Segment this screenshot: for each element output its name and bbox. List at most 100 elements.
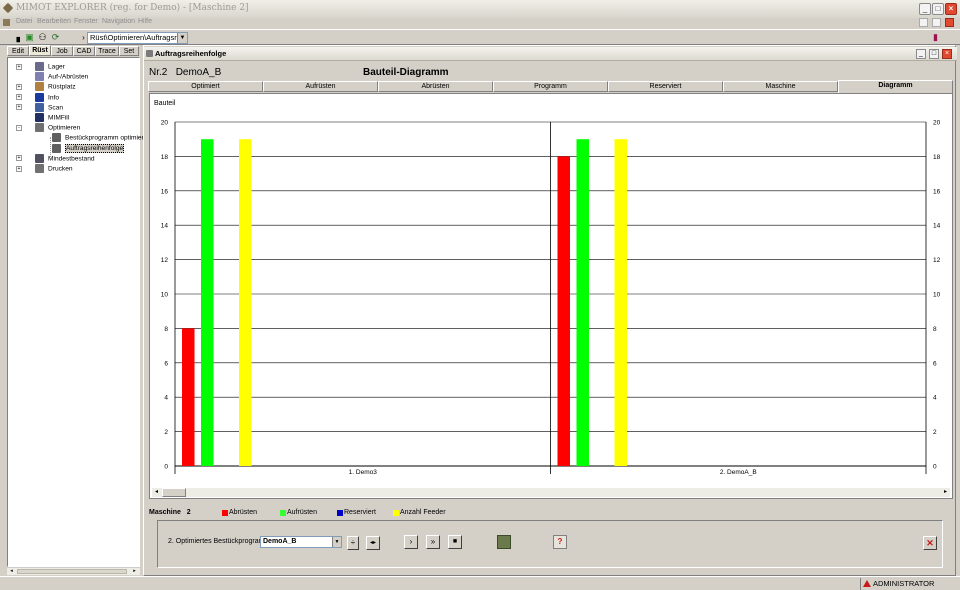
- y-tick-label-left: 20: [161, 120, 169, 127]
- order-number: Nr.2 DemoA_B: [149, 67, 221, 78]
- bar-abr-sten: [557, 156, 570, 466]
- machine-panel: Maschine 2 Abrüsten Aufrüsten Reserviert…: [147, 505, 953, 573]
- scroll-thumb[interactable]: [17, 569, 127, 574]
- calculator-icon[interactable]: [497, 535, 511, 549]
- maximize-button[interactable]: □: [932, 3, 944, 15]
- expand-icon[interactable]: +: [16, 94, 22, 101]
- tree-item-label: MIMFill: [48, 114, 70, 122]
- tree-item[interactable]: + Rüstplatz: [16, 82, 76, 92]
- tree-connector-line: [50, 137, 51, 159]
- toolbar: ▗ ▣ ⚇ ⟳ › Rüst\Optimieren\Auftragsreih ▼…: [0, 29, 960, 45]
- machine-label-text: Maschine: [149, 509, 181, 516]
- child-maximize-button[interactable]: □: [929, 49, 939, 59]
- menu-fenster[interactable]: Fenster: [74, 18, 98, 25]
- order-up-down-stepper[interactable]: ÷: [347, 536, 359, 550]
- page-title: Bauteil-Diagramm: [363, 67, 449, 78]
- optimize-icon: [35, 123, 44, 133]
- scroll-right-icon[interactable]: ▸: [131, 568, 138, 575]
- program-label: 2. Optimiertes Bestückprogramm: [168, 538, 271, 545]
- tree-item[interactable]: Auf-/Abrüsten: [16, 72, 88, 82]
- mdi-restore-button[interactable]: [932, 18, 941, 27]
- status-bar: ADMINISTRATOR: [0, 576, 960, 590]
- legend-swatch-reserviert: [337, 510, 343, 516]
- expand-icon[interactable]: +: [16, 63, 22, 70]
- tab-aufruesten[interactable]: Aufrüsten: [263, 81, 378, 92]
- tree-view[interactable]: + Lager Auf-/Abrüsten + Rüstplatz + Info + Scan M…: [7, 57, 144, 567]
- menu-hilfe[interactable]: Hilfe: [138, 18, 152, 25]
- menu-navigation[interactable]: Navigation: [102, 18, 135, 25]
- tree-item-label: Mindestbestand: [48, 155, 95, 163]
- tree-item[interactable]: + Mindestbestand: [16, 153, 95, 164]
- fast-forward-button[interactable]: »: [426, 535, 440, 549]
- tab-edit[interactable]: Edit: [7, 46, 29, 56]
- y-tick-label-right: 10: [933, 292, 941, 299]
- tab-abruesten[interactable]: Abrüsten: [378, 81, 493, 92]
- tree-item[interactable]: + Info: [16, 92, 59, 103]
- tree-item[interactable]: Bestückprogramm optimier: [52, 133, 144, 143]
- tree-item[interactable]: - Optimieren: [16, 123, 80, 133]
- collapse-icon[interactable]: -: [16, 124, 22, 131]
- chart-scroll-left-icon[interactable]: ◂: [152, 488, 161, 497]
- tab-cad[interactable]: CAD: [73, 46, 95, 56]
- y-tick-label-left: 12: [161, 257, 169, 264]
- chart-scroll-thumb[interactable]: [162, 488, 186, 497]
- tab-set[interactable]: Set: [119, 46, 139, 56]
- expand-icon[interactable]: +: [16, 104, 22, 111]
- child-minimize-button[interactable]: _: [916, 49, 926, 59]
- bar-aufr-sten: [576, 139, 589, 466]
- chevron-down-icon[interactable]: ▼: [177, 33, 187, 43]
- tab-programm[interactable]: Programm: [493, 81, 608, 92]
- y-tick-label-right: 18: [933, 154, 941, 161]
- stop-button[interactable]: ■: [448, 535, 462, 549]
- info-icon: [35, 92, 44, 102]
- tab-optimiert[interactable]: Optimiert: [148, 81, 263, 92]
- y-tick-label-left: 8: [164, 326, 168, 333]
- tree-item[interactable]: + Drucken: [16, 164, 73, 174]
- tree-item[interactable]: + Scan: [16, 102, 63, 113]
- mdi-system-icon[interactable]: [3, 19, 10, 26]
- chart-scroll-right-icon[interactable]: ▸: [941, 488, 950, 497]
- child-close-button[interactable]: ×: [942, 49, 952, 59]
- close-button[interactable]: ×: [945, 3, 957, 15]
- path-dropdown[interactable]: Rüst\Optimieren\Auftragsreih ▼: [87, 32, 188, 44]
- path-value: Rüst\Optimieren\Auftragsreih: [90, 33, 187, 42]
- tree-horizontal-scrollbar[interactable]: ◂ ▸: [7, 567, 140, 575]
- y-tick-label-left: 14: [161, 223, 169, 230]
- tree-item[interactable]: MIMFill: [16, 113, 69, 123]
- tab-ruest[interactable]: Rüst: [29, 45, 51, 56]
- next-step-button[interactable]: ›: [404, 535, 418, 549]
- tree-item[interactable]: Auftragsreihenfolge: [52, 143, 125, 154]
- help-book-icon[interactable]: ▮: [930, 32, 941, 43]
- print-error-icon[interactable]: ?: [553, 535, 567, 549]
- category-label: 2. DemoA_B: [720, 469, 757, 476]
- expand-icon[interactable]: +: [16, 165, 22, 172]
- refresh-icon[interactable]: ⟳: [50, 32, 61, 43]
- cancel-button[interactable]: ✕: [923, 536, 937, 550]
- machine-number: 2: [186, 509, 191, 516]
- pointer-icon[interactable]: ▗: [11, 32, 22, 43]
- tab-job[interactable]: Job: [51, 46, 73, 56]
- category-label: 1. Demo3: [349, 469, 378, 476]
- mdi-minimize-button[interactable]: [919, 18, 928, 27]
- order-move-button[interactable]: ◂▸: [366, 536, 380, 550]
- tree-item[interactable]: + Lager: [16, 62, 65, 72]
- chart-horizontal-scrollbar[interactable]: ◂ ▸: [152, 488, 950, 497]
- mdi-close-button[interactable]: [945, 18, 954, 27]
- menu-bearbeiten[interactable]: Bearbeiten: [37, 18, 71, 25]
- program-dropdown[interactable]: DemoA_B ▼: [260, 536, 342, 548]
- new-doc-icon[interactable]: ▣: [24, 32, 35, 43]
- tab-reserviert[interactable]: Reserviert: [608, 81, 723, 92]
- child-window-title: Auftragsreihenfolge: [155, 49, 227, 58]
- menu-datei[interactable]: Datei: [16, 18, 32, 25]
- expand-icon[interactable]: +: [16, 155, 22, 162]
- app-icon[interactable]: [2, 2, 14, 14]
- binoculars-icon[interactable]: ⚇: [37, 32, 48, 43]
- minimize-button[interactable]: _: [919, 3, 931, 15]
- tab-trace[interactable]: Trace: [95, 46, 119, 56]
- tab-diagramm[interactable]: Diagramm: [838, 80, 953, 93]
- chevron-down-icon[interactable]: ▼: [332, 537, 341, 547]
- scroll-left-icon[interactable]: ◂: [8, 568, 15, 575]
- expand-icon[interactable]: +: [16, 83, 22, 90]
- mimfill-icon: [35, 113, 44, 122]
- tab-maschine[interactable]: Maschine: [723, 81, 838, 92]
